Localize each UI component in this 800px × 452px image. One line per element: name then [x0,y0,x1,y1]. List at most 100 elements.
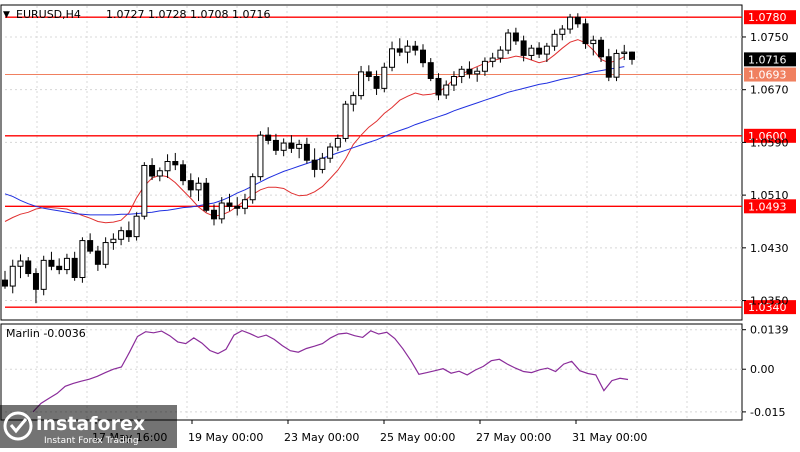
level-tag-label: 1.0693 [748,69,787,82]
candle-body-up [79,240,86,278]
candle-body-down [234,205,241,209]
candle-body-down [412,45,419,51]
price-tick-label: 1.0750 [750,31,789,44]
candle-body-down [94,250,101,265]
candle-body-up [559,28,566,35]
level-tag-label: 1.0780 [748,11,787,24]
watermark: instaforex Instant Forex Trading [0,405,177,448]
candle-body-up [481,60,488,72]
candle-body-up [543,45,550,55]
candle-body-down [2,279,8,287]
candle-body-down [87,240,94,252]
candle-body-up [296,143,303,149]
candle-body-up [404,45,411,53]
candle-body-up [350,95,357,105]
candle-body-down [574,16,581,25]
time-tick-label: 19 May 00:00 [188,431,263,444]
candle-body-up [241,199,248,209]
candle-body-down [466,68,473,75]
candle-body-down [365,71,372,78]
candle-body-down [187,180,194,191]
level-tag-label: 1.0493 [748,200,787,213]
watermark-brand: instaforex [36,413,145,435]
candle-body-down [172,161,179,166]
candle-body-down [303,143,310,161]
candle [141,162,148,220]
candle-body-down [629,51,635,60]
candle-body-down [536,47,543,55]
candle-body-down [272,139,279,151]
candle-body-down [211,209,217,220]
candle-body-up [110,238,117,244]
candle-body-down [427,62,434,79]
candle [257,131,264,181]
candle [381,62,388,93]
candle-body-up [497,49,504,59]
candle-body-up [458,68,465,78]
candle-body-up [257,134,264,178]
candle-body-down [149,164,156,177]
candle [249,173,256,204]
candle-body-up [141,164,148,217]
indicator-tick-label: 0.00 [750,363,775,376]
candle-body-up [590,39,597,45]
candle-body-down [598,39,605,58]
candle-body-down [520,40,527,56]
candle-body-up [280,142,287,151]
chart-window: 1.0780 1.0693 1.0600 1.0493 1.0340 1.0750 1.0… [0,0,800,448]
candle-body-up [9,265,16,287]
candle-body-down [48,259,55,267]
candle-body-down [125,230,132,238]
candle [79,237,86,283]
candle-body-down [396,48,403,53]
indicator-tick-label: 0.0139 [750,324,789,337]
candle-body-down [226,202,233,207]
candle-body-up [381,66,388,89]
candle-body-up [319,157,326,170]
candle-body-down [582,23,589,45]
candle-body-down [420,49,426,64]
price-tick-label: 1.0430 [750,242,789,255]
candle-body-down [56,265,63,271]
candle-body-down [32,273,39,290]
symbol-dropdown-icon[interactable]: ▼ [3,10,10,20]
time-tick-label: 31 May 00:00 [572,431,647,444]
candle-body-up [118,230,125,240]
candle-body-up [358,71,365,97]
candle-body-up [450,76,457,86]
candle-body-up [195,182,202,191]
candle-body-down [25,260,32,275]
candle-body-down [180,164,187,182]
candle [342,100,349,142]
candle-body-up [621,51,628,54]
candle-body-up [327,146,334,159]
candle-body-down [605,56,612,78]
watermark-tagline: Instant Forex Trading [44,436,139,446]
candle-body-up [567,16,574,30]
candle-body-up [133,215,140,238]
ohlc-values: 1.0727 1.0728 1.0708 1.0716 [106,8,270,21]
price-chart[interactable]: 1.07801.06931.06001.04931.0340 1.07501.0… [0,0,800,448]
candle-body-up [164,161,171,172]
candle-body-up [334,137,341,148]
candle-body-up [342,103,349,139]
candle-body-up [551,33,558,47]
candle-body-up [505,32,512,51]
symbol-label: EURUSD,H4 [16,8,81,21]
candle-body-up [489,57,496,62]
candle-body-up [443,84,450,96]
candle-body-up [17,260,24,267]
candle-body-up [389,48,396,68]
candle-body-down [203,182,210,211]
current-price-label: 1.0716 [748,53,787,66]
candle-body-up [218,202,225,220]
candle-body-down [435,77,442,96]
price-tick-label: 1.0590 [750,136,789,149]
candle-body-up [156,170,163,177]
candle-body-down [71,257,78,278]
candle-body-up [528,47,535,56]
price-tick-label: 1.0350 [750,295,789,308]
time-tick-label: 23 May 00:00 [284,431,359,444]
indicator-label: Marlin -0.0036 [6,327,86,340]
candle-body-down [288,142,295,149]
